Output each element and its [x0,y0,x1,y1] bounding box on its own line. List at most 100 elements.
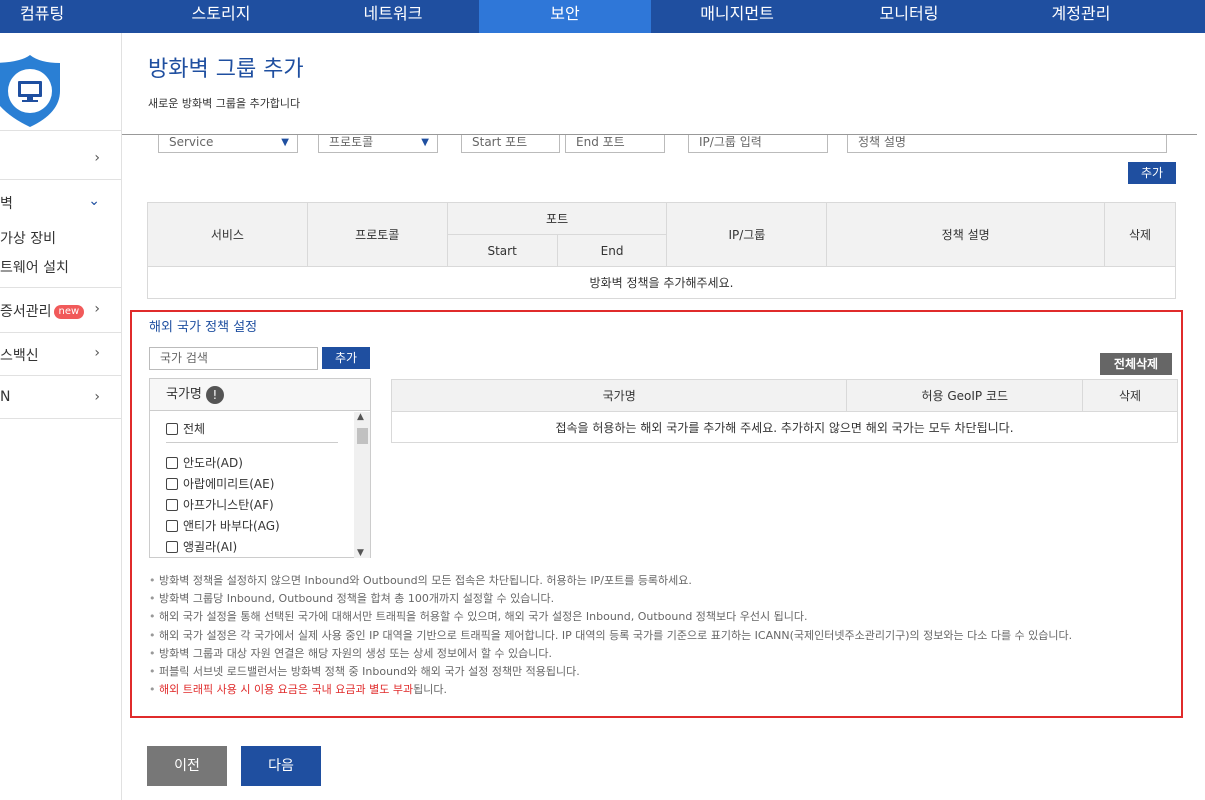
chevron-down-icon: ▼ [281,137,289,148]
col-ip-group: IP/그룹 [666,202,828,267]
notes-list: 방화벽 정책을 설정하지 않으면 Inbound와 Outbound의 모든 접… [149,572,1179,700]
sidebar-item-certificate[interactable]: 증서관리 new › [0,301,121,321]
add-country-button[interactable]: 추가 [322,347,370,369]
country-option[interactable]: 앤티가 바부다(AG) [166,517,280,534]
sidebar-divider [0,375,121,376]
next-button[interactable]: 다음 [241,746,321,786]
sidebar-divider [0,130,121,131]
col-end-port: End [556,234,668,267]
chevron-right-icon: › [94,150,100,166]
col-delete: 삭제 [1082,379,1178,412]
nav-item-security[interactable]: 보안 [479,0,651,33]
country-option-label: 앤티가 바부다(AG) [183,519,280,533]
sidebar-item-0[interactable]: › [0,150,121,170]
col-description: 정책 설명 [826,202,1106,267]
nav-item-monitoring[interactable]: 모니터링 [823,0,995,33]
col-country: 국가명 [390,379,848,412]
info-icon[interactable]: ! [205,385,224,404]
prev-button[interactable]: 이전 [147,746,227,786]
sidebar-item-label: 증서관리 [0,304,52,320]
sidebar-divider [0,287,121,288]
col-protocol: 프로토콜 [306,202,448,267]
overseas-policy-section: 해외 국가 정책 설정 국가 검색 추가 전체삭제 국가명! 전체 안도라(AD… [130,310,1183,718]
nav-item-storage[interactable]: 스토리지 [135,0,307,33]
note-item: 방화벽 그룹당 Inbound, Outbound 정책을 합쳐 총 100개까… [149,590,1179,608]
checkbox-icon[interactable] [166,456,178,469]
page-title: 방화벽 그룹 추가 [148,57,304,82]
ip-group-input[interactable]: IP/그룹 입력 [688,135,828,153]
policy-table: 서비스 프로토콜 포트 IP/그룹 정책 설명 삭제 Start End 방화벽… [147,202,1176,299]
sidebar-divider [0,418,121,419]
country-option[interactable]: 앵귈라(AI) [166,538,237,555]
sidebar-divider [0,332,121,333]
checkbox-icon[interactable] [166,477,178,490]
country-option[interactable]: 안도라(AD) [166,454,243,471]
policy-description-input[interactable]: 정책 설명 [847,135,1167,153]
chevron-right-icon: › [94,389,100,405]
col-start-port: Start [446,234,558,267]
chevron-right-icon: › [94,301,100,317]
country-option-label: 앵귈라(AI) [183,540,238,554]
checkbox-icon[interactable] [166,422,178,435]
col-geoip: 허용 GeoIP 코드 [846,379,1084,412]
top-nav: 컴퓨팅 스토리지 네트워크 보안 매니지먼트 모니터링 계정관리 [0,0,1205,33]
note-item: 해외 국가 설정은 각 국가에서 실제 사용 중인 IP 대역을 기반으로 트래… [149,627,1179,645]
nav-item-management[interactable]: 매니지먼트 [651,0,823,33]
protocol-select-value: 프로토콜 [329,135,374,149]
nav-item-computing[interactable]: 컴퓨팅 [0,0,135,33]
protocol-select[interactable]: 프로토콜 ▼ [318,135,438,153]
overseas-section-title: 해외 국가 정책 설정 [149,320,258,335]
nav-item-account[interactable]: 계정관리 [995,0,1167,33]
col-delete: 삭제 [1104,202,1176,267]
sidebar-item-vpn[interactable]: N › [0,389,121,409]
service-select[interactable]: Service ▼ [158,135,298,153]
country-option-label: 아프가니스탄(AF) [183,498,274,512]
scroll-up-icon[interactable]: ▲ [357,412,364,422]
note-item-warning: 해외 트래픽 사용 시 이용 요금은 국내 요금과 별도 부과됩니다. [149,681,1179,699]
country-option-all[interactable]: 전체 [166,420,205,437]
main-content: 방화벽 그룹 추가 새로운 방화벽 그룹을 추가합니다 Service ▼ 프로… [122,33,1205,800]
country-list-scrollbar[interactable]: ▲ ▼ [354,412,370,558]
chevron-right-icon: › [94,345,100,361]
sidebar-item-firewall[interactable]: 벽 ⌄ [0,193,121,213]
country-list-header-label: 국가명 [166,387,202,402]
sidebar-item-label: 스백신 [0,348,39,364]
end-port-input[interactable]: End 포트 [565,135,665,153]
allowed-country-table: 국가명 허용 GeoIP 코드 삭제 접속을 허용하는 해외 국가를 추가해 주… [390,379,1178,443]
country-search-input[interactable]: 국가 검색 [149,347,318,370]
warning-text-rest: 됩니다. [413,683,447,697]
country-table-empty: 접속을 허용하는 해외 국가를 추가해 주세요. 추가하지 않으면 해외 국가는… [391,411,1178,443]
country-option-label: 전체 [183,422,206,436]
country-list-header: 국가명! [150,379,370,411]
checkbox-icon[interactable] [166,519,178,532]
sidebar-divider [0,179,121,180]
country-option[interactable]: 아프가니스탄(AF) [166,496,274,513]
sidebar-subitem-software-install[interactable]: 트웨어 설치 [0,257,121,277]
checkbox-icon[interactable] [166,540,178,553]
checkbox-icon[interactable] [166,498,178,511]
sidebar: › 벽 ⌄ 가상 장비 트웨어 설치 증서관리 new › 스백신 › N › [0,33,122,800]
scroll-thumb[interactable] [357,428,368,444]
scroll-down-icon[interactable]: ▼ [357,548,364,558]
sidebar-item-label: 벽 [0,196,13,212]
country-list-divider [166,442,338,443]
security-shield-icon [0,55,60,127]
country-option[interactable]: 아랍에미리트(AE) [166,475,274,492]
country-list: 전체 안도라(AD) 아랍에미리트(AE) 아프가니스탄(AF) 앤티가 바부다… [150,412,356,558]
chevron-down-icon: ▼ [421,137,429,148]
country-option-label: 안도라(AD) [183,456,243,470]
col-service: 서비스 [147,202,308,267]
start-port-input[interactable]: Start 포트 [461,135,560,153]
warning-text: 해외 트래픽 사용 시 이용 요금은 국내 요금과 별도 부과 [159,683,414,697]
sidebar-item-vaccine[interactable]: 스백신 › [0,345,121,365]
nav-item-network[interactable]: 네트워크 [307,0,479,33]
delete-all-button[interactable]: 전체삭제 [1100,353,1172,375]
col-port: 포트 [446,202,668,235]
add-policy-button[interactable]: 추가 [1128,162,1176,184]
note-item: 방화벽 그룹과 대상 자원 연결은 해당 자원의 생성 또는 상세 정보에서 할… [149,645,1179,663]
sidebar-subitem-virtual-device[interactable]: 가상 장비 [0,228,121,248]
note-item: 방화벽 정책을 설정하지 않으면 Inbound와 Outbound의 모든 접… [149,572,1179,590]
page-subtitle: 새로운 방화벽 그룹을 추가합니다 [148,97,301,110]
new-badge: new [53,305,85,319]
note-item: 해외 국가 설정을 통해 선택된 국가에 대해서만 트래픽을 허용할 수 있으며… [149,608,1179,626]
